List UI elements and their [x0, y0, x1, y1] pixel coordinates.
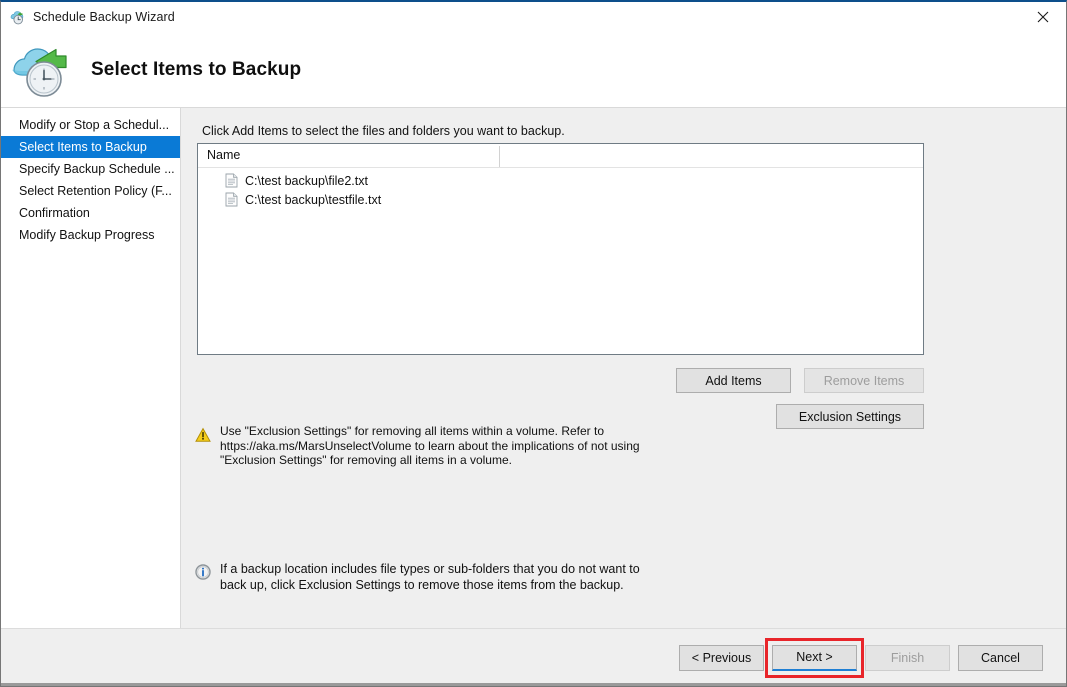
next-button-wrapper: Next >: [772, 645, 857, 671]
info-message: If a backup location includes file types…: [195, 561, 665, 593]
schedule-backup-wizard-window: Schedule Backup Wizard Select Items to B…: [0, 0, 1067, 687]
table-row[interactable]: C:\test backup\file2.txt: [198, 171, 923, 190]
warning-text: Use "Exclusion Settings" for removing al…: [220, 424, 665, 468]
info-icon: [195, 564, 211, 580]
cloud-backup-clock-icon: [9, 39, 75, 101]
backup-items-list[interactable]: Name C:\test backup\file2.txt: [197, 143, 924, 355]
window-body: Modify or Stop a Schedul... Select Items…: [1, 108, 1066, 628]
cancel-button[interactable]: Cancel: [958, 645, 1043, 671]
list-header-row: Name: [198, 144, 923, 168]
sidebar-item-specify-backup-schedule[interactable]: Specify Backup Schedule ...: [1, 158, 180, 180]
previous-button[interactable]: < Previous: [679, 645, 764, 671]
list-rows: C:\test backup\file2.txt C:\test backup\…: [198, 168, 923, 209]
warning-message: Use "Exclusion Settings" for removing al…: [195, 424, 665, 468]
next-button[interactable]: Next >: [772, 645, 857, 671]
file-icon: [225, 192, 238, 207]
cloud-clock-icon: [9, 8, 27, 26]
sidebar-item-select-items-to-backup[interactable]: Select Items to Backup: [1, 136, 180, 158]
sidebar-item-confirmation[interactable]: Confirmation: [1, 202, 180, 224]
sidebar-item-select-retention-policy[interactable]: Select Retention Policy (F...: [1, 180, 180, 202]
window-bottom-edge: [1, 683, 1066, 686]
add-items-button[interactable]: Add Items: [676, 368, 791, 393]
warning-icon: [195, 427, 211, 443]
file-path-label: C:\test backup\testfile.txt: [245, 193, 381, 207]
column-divider[interactable]: [499, 146, 500, 167]
finish-button: Finish: [865, 645, 950, 671]
file-icon: [225, 173, 238, 188]
content-panel: Click Add Items to select the files and …: [181, 108, 1066, 628]
sidebar-item-modify-backup-progress[interactable]: Modify Backup Progress: [1, 224, 180, 246]
file-path-label: C:\test backup\file2.txt: [245, 174, 368, 188]
page-title: Select Items to Backup: [91, 59, 301, 81]
table-row[interactable]: C:\test backup\testfile.txt: [198, 190, 923, 209]
remove-items-button: Remove Items: [804, 368, 924, 393]
wizard-step-nav: Modify or Stop a Schedul... Select Items…: [1, 108, 181, 628]
sidebar-item-modify-or-stop-schedule[interactable]: Modify or Stop a Schedul...: [1, 114, 180, 136]
info-text: If a backup location includes file types…: [220, 561, 665, 593]
close-icon[interactable]: [1020, 2, 1066, 31]
instruction-text: Click Add Items to select the files and …: [202, 124, 565, 138]
exclusion-settings-button[interactable]: Exclusion Settings: [776, 404, 924, 429]
column-header-name[interactable]: Name: [207, 148, 240, 162]
title-bar: Schedule Backup Wizard: [1, 2, 1066, 32]
page-header: Select Items to Backup: [1, 32, 1066, 108]
wizard-footer: < Previous Next > Finish Cancel: [1, 628, 1066, 686]
window-title: Schedule Backup Wizard: [33, 10, 175, 24]
